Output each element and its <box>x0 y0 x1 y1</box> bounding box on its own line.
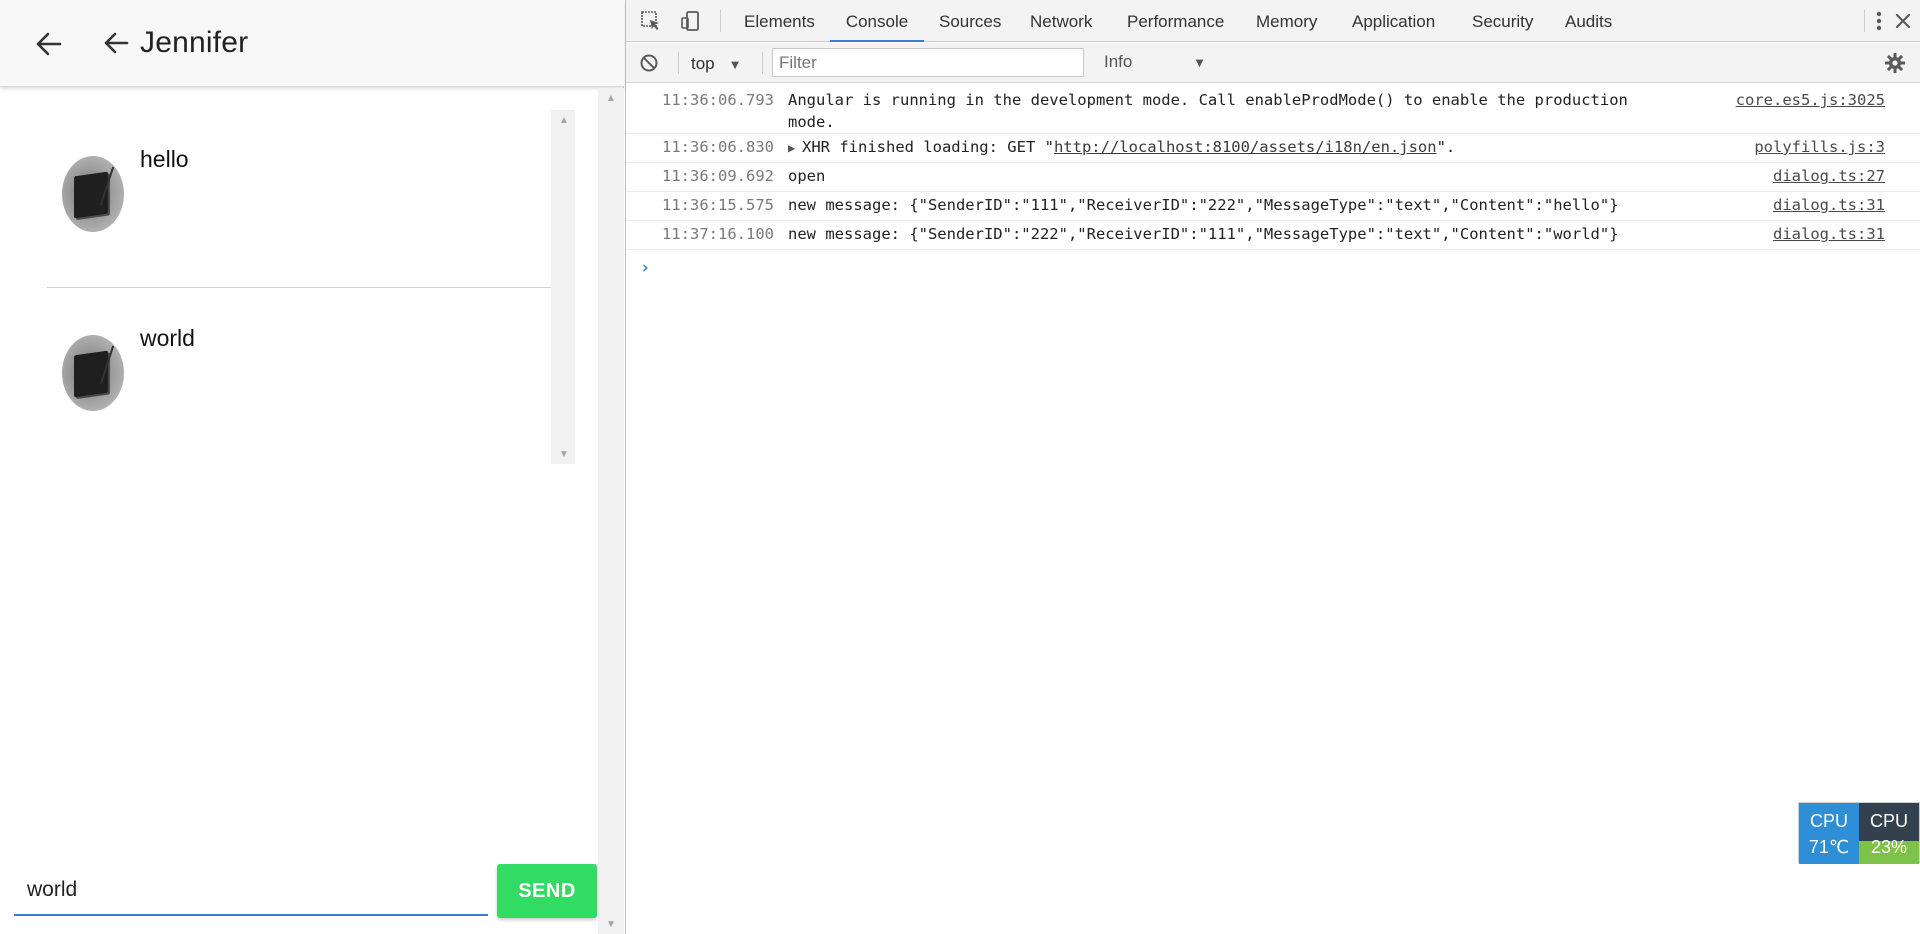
log-message: Angular is running in the development mo… <box>788 91 1628 131</box>
scroll-up-icon[interactable]: ▲ <box>598 88 624 108</box>
context-selector[interactable]: top ▼ <box>691 52 742 76</box>
tab-elements[interactable]: Elements <box>743 0 816 42</box>
log-message: open <box>788 167 826 185</box>
avatar <box>62 156 124 232</box>
console-row[interactable]: 11:37:16.100 new message: {"SenderID":"2… <box>626 221 1920 250</box>
send-button[interactable]: SEND <box>497 864 597 918</box>
log-message: new message: {"SenderID":"111","Receiver… <box>788 196 1619 214</box>
log-timestamp: 11:37:16.100 <box>662 225 774 243</box>
log-url-link[interactable]: http://localhost:8100/assets/i18n/en.jso… <box>1054 138 1437 156</box>
chat-app: Jennifer hello world ▲ ▼ ▲ ▼ world SEND <box>0 0 624 934</box>
dropdown-arrow-icon: ▼ <box>728 56 742 72</box>
compose-bar: SEND <box>0 860 598 934</box>
log-timestamp: 11:36:09.692 <box>662 167 774 185</box>
page-scrollbar[interactable]: ▲ ▼ <box>598 88 624 934</box>
cpu-temp-value: 71℃ <box>1808 836 1850 857</box>
list-item[interactable]: world <box>47 289 551 467</box>
list-item[interactable]: hello <box>47 110 551 288</box>
console-row[interactable]: 11:36:06.793 Angular is running in the d… <box>626 84 1920 134</box>
cpu-temp-label: CPU <box>1809 810 1848 831</box>
scroll-up-icon[interactable]: ▲ <box>551 110 577 130</box>
log-message: ▶ XHR finished loading: GET "http://local… <box>788 136 1688 159</box>
tab-performance[interactable]: Performance <box>1126 0 1225 42</box>
scroll-down-icon[interactable]: ▼ <box>551 444 577 464</box>
console-row[interactable]: 11:36:09.692 open dialog.ts:27 <box>626 163 1920 192</box>
expand-triangle-icon[interactable]: ▶ <box>788 137 802 159</box>
log-level-selector[interactable]: Info ▼ <box>1094 52 1214 72</box>
context-value: top <box>691 54 715 73</box>
tab-audits[interactable]: Audits <box>1564 0 1613 42</box>
log-message-suffix: ". <box>1436 138 1456 156</box>
dropdown-arrow-icon: ▼ <box>1193 54 1206 70</box>
log-level-value: Info <box>1104 52 1133 71</box>
app-header: Jennifer <box>0 0 624 87</box>
cpu-monitor-widget[interactable]: CPU 71℃ CPU 23% <box>1798 802 1920 864</box>
console-row[interactable]: 11:36:06.830 ▶ XHR finished loading: GET … <box>626 134 1920 163</box>
tab-console[interactable]: Console <box>830 0 924 42</box>
tab-sources[interactable]: Sources <box>938 0 1002 42</box>
back-arrow-icon <box>36 32 62 56</box>
message-text: world <box>140 325 195 351</box>
tab-network[interactable]: Network <box>1029 0 1093 42</box>
settings-gear-icon[interactable] <box>1882 50 1908 76</box>
log-message: new message: {"SenderID":"222","Receiver… <box>788 225 1619 243</box>
cpu-temperature: CPU 71℃ <box>1799 803 1859 864</box>
log-source-link[interactable]: polyfills.js:3 <box>1754 138 1885 156</box>
devtools-toolbar: Elements Console Sources Network Perform… <box>626 0 1920 42</box>
back-button[interactable] <box>26 22 70 66</box>
message-list[interactable]: hello world <box>47 110 551 464</box>
device-toolbar-icon[interactable] <box>678 8 704 34</box>
page-title: Jennifer <box>140 26 249 59</box>
log-source-link[interactable]: dialog.ts:27 <box>1773 167 1885 185</box>
tab-memory[interactable]: Memory <box>1255 0 1318 42</box>
log-timestamp: 11:36:06.830 <box>662 138 774 156</box>
screen: Jennifer hello world ▲ ▼ ▲ ▼ world SEND … <box>0 0 1920 934</box>
log-timestamp: 11:36:06.793 <box>662 91 774 109</box>
inspect-icon[interactable] <box>638 8 664 34</box>
nav-back-button[interactable] <box>96 22 136 66</box>
message-list-scrollbar[interactable]: ▲ ▼ <box>551 110 575 464</box>
console-log[interactable]: 11:36:06.793 Angular is running in the d… <box>626 84 1920 250</box>
log-timestamp: 11:36:15.575 <box>662 196 774 214</box>
log-message-prefix: XHR finished loading: GET " <box>802 138 1054 156</box>
avatar <box>62 335 124 411</box>
close-icon[interactable] <box>1890 8 1916 34</box>
console-row[interactable]: 11:36:15.575 new message: {"SenderID":"1… <box>626 192 1920 221</box>
back-arrow-icon <box>104 32 129 54</box>
log-source-link[interactable]: dialog.ts:31 <box>1773 196 1885 214</box>
message-input[interactable] <box>14 866 488 916</box>
filter-input[interactable] <box>772 48 1084 77</box>
log-source-link[interactable]: core.es5.js:3025 <box>1736 91 1885 109</box>
scroll-down-icon[interactable]: ▼ <box>598 914 624 934</box>
cpu-load: CPU 23% <box>1859 803 1919 864</box>
message-text: hello <box>140 146 189 172</box>
log-source-link[interactable]: dialog.ts:31 <box>1773 225 1885 243</box>
tab-security[interactable]: Security <box>1471 0 1534 42</box>
console-toolbar: top ▼ Info ▼ <box>626 43 1920 83</box>
devtools-panel: Elements Console Sources Network Perform… <box>625 0 1920 934</box>
cpu-load-label: CPU <box>1869 810 1908 831</box>
cpu-load-value: 23% <box>1870 836 1908 857</box>
clear-console-icon[interactable] <box>636 50 662 76</box>
prompt-chevron-icon[interactable]: › <box>640 258 650 278</box>
tab-application[interactable]: Application <box>1351 0 1436 42</box>
